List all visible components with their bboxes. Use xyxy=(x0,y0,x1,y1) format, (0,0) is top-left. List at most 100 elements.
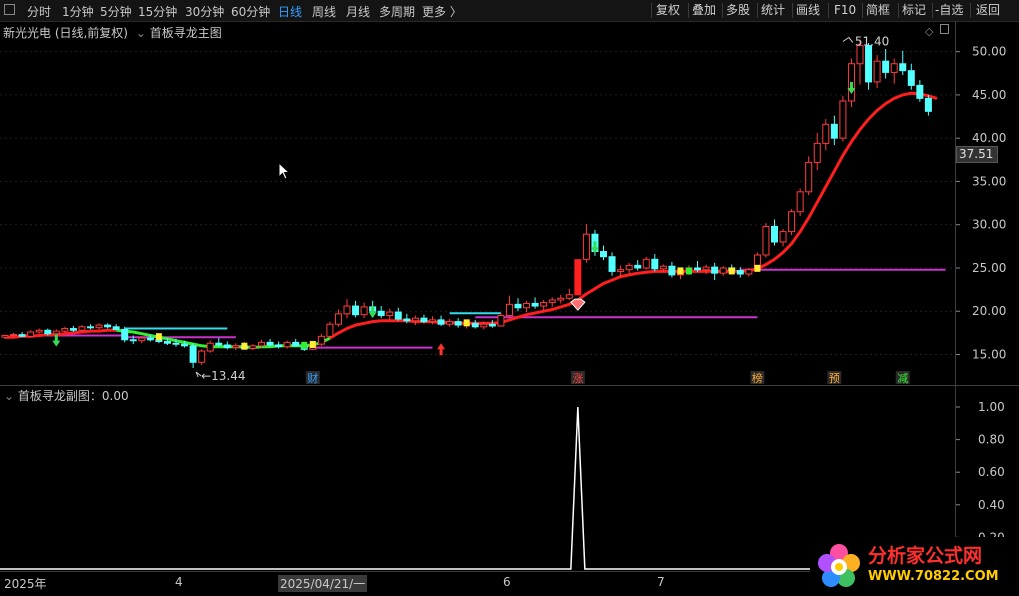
candle xyxy=(35,328,43,334)
candle-body xyxy=(488,323,496,327)
candle-body xyxy=(557,297,565,301)
candle-body xyxy=(924,97,932,112)
signal-square xyxy=(728,267,735,275)
candle-body xyxy=(377,310,385,317)
candle-body xyxy=(813,142,821,163)
candle-body xyxy=(138,337,146,342)
candle-body xyxy=(215,342,223,346)
current-price-label: 37.51 xyxy=(959,147,994,161)
overlay-button[interactable]: 叠加 xyxy=(692,2,716,19)
period-tab-30min[interactable]: 30分钟 xyxy=(185,3,224,20)
candle-body xyxy=(326,323,334,337)
period-tab-more[interactable]: 更多 〉 xyxy=(422,3,462,20)
candle xyxy=(882,49,890,79)
candle xyxy=(736,267,744,278)
x-label-year: 2025年 xyxy=(4,577,47,591)
period-tab-5min[interactable]: 5分钟 xyxy=(100,3,132,20)
candle-body xyxy=(822,123,830,144)
signal-square xyxy=(686,267,692,275)
current-price-box: 37.51 xyxy=(956,146,998,163)
candle-body xyxy=(668,265,676,276)
candle-body xyxy=(232,345,240,349)
candle xyxy=(924,94,932,116)
period-tab-multi[interactable]: 多周期 xyxy=(379,3,415,20)
candle-body xyxy=(343,305,351,315)
candle-body xyxy=(52,330,60,335)
period-tab-intraday[interactable]: 分时 xyxy=(27,3,51,20)
simple-frame-button[interactable]: 简框 xyxy=(866,2,890,19)
candle-body xyxy=(420,317,428,323)
candle xyxy=(18,332,26,338)
candle-body xyxy=(779,231,787,243)
back-button[interactable]: 返回 xyxy=(976,2,1000,19)
candle-body xyxy=(266,341,274,346)
candle-body xyxy=(121,328,129,341)
mark-button[interactable]: 标记 xyxy=(902,2,926,19)
watchlist-button[interactable]: -自选 xyxy=(935,2,963,19)
candle-body xyxy=(112,326,120,330)
candle xyxy=(454,318,462,328)
candle xyxy=(471,319,479,329)
candle-body xyxy=(907,70,915,86)
candle xyxy=(326,321,334,339)
candle xyxy=(488,319,496,328)
f10-button[interactable]: F10 xyxy=(834,2,856,19)
mouse-cursor-icon xyxy=(278,162,291,180)
draw-line-button[interactable]: 画线 xyxy=(796,2,820,19)
candle xyxy=(206,340,214,353)
candle xyxy=(865,42,873,90)
candle-body xyxy=(805,161,813,193)
candle xyxy=(334,309,342,327)
candle-body xyxy=(762,225,770,256)
adjust-button[interactable]: 复权 xyxy=(656,2,680,19)
period-tab-monthly[interactable]: 月线 xyxy=(346,3,370,20)
candle-body xyxy=(258,341,265,347)
panel-toggle-icon[interactable] xyxy=(4,4,15,15)
candle-body xyxy=(890,63,898,73)
candle-body xyxy=(283,341,291,348)
candle xyxy=(292,338,300,347)
event-marker-label: 预 xyxy=(829,372,840,385)
candle xyxy=(651,254,659,272)
sub-tick-label: 1.00 xyxy=(978,400,1005,414)
candle-body xyxy=(711,266,719,274)
candle-body xyxy=(163,341,171,344)
period-tab-15min[interactable]: 15分钟 xyxy=(138,3,177,20)
candle xyxy=(574,259,582,296)
candle-body xyxy=(386,311,394,317)
watermark-title: 分析家公式网 xyxy=(868,545,983,567)
buy-arrow-icon xyxy=(437,343,446,356)
candle xyxy=(531,297,539,309)
high-pointer xyxy=(842,36,854,43)
candle-body xyxy=(540,302,548,307)
candle-body xyxy=(44,329,52,335)
period-tab-1min[interactable]: 1分钟 xyxy=(62,3,94,20)
statistics-button[interactable]: 统计 xyxy=(761,2,785,19)
event-marker-label: 涨 xyxy=(572,372,583,385)
candle-body xyxy=(582,233,590,260)
candle-body xyxy=(172,342,180,345)
period-tab-60min[interactable]: 60分钟 xyxy=(231,3,270,20)
candle-body xyxy=(634,264,642,269)
candle xyxy=(625,262,633,275)
candle-body xyxy=(565,294,573,299)
period-tab-weekly[interactable]: 周线 xyxy=(312,3,336,20)
price-tick-label: 40.00 xyxy=(972,131,1006,145)
gem-signal-icon xyxy=(570,298,586,311)
candle-body xyxy=(531,302,539,307)
candle xyxy=(634,260,642,271)
period-tab-daily[interactable]: 日线 xyxy=(278,3,302,20)
candle xyxy=(104,323,112,329)
price-tick-label: 30.00 xyxy=(972,218,1006,232)
signal-square xyxy=(301,341,308,349)
candle xyxy=(779,229,787,247)
multi-stock-button[interactable]: 多股 xyxy=(726,2,750,19)
candle xyxy=(95,323,103,330)
candle xyxy=(189,343,197,369)
candle xyxy=(215,338,223,347)
event-marker: 财 xyxy=(305,371,320,385)
candle xyxy=(514,298,522,312)
candle xyxy=(87,324,94,330)
candle-body xyxy=(830,123,838,139)
candle xyxy=(112,324,120,331)
